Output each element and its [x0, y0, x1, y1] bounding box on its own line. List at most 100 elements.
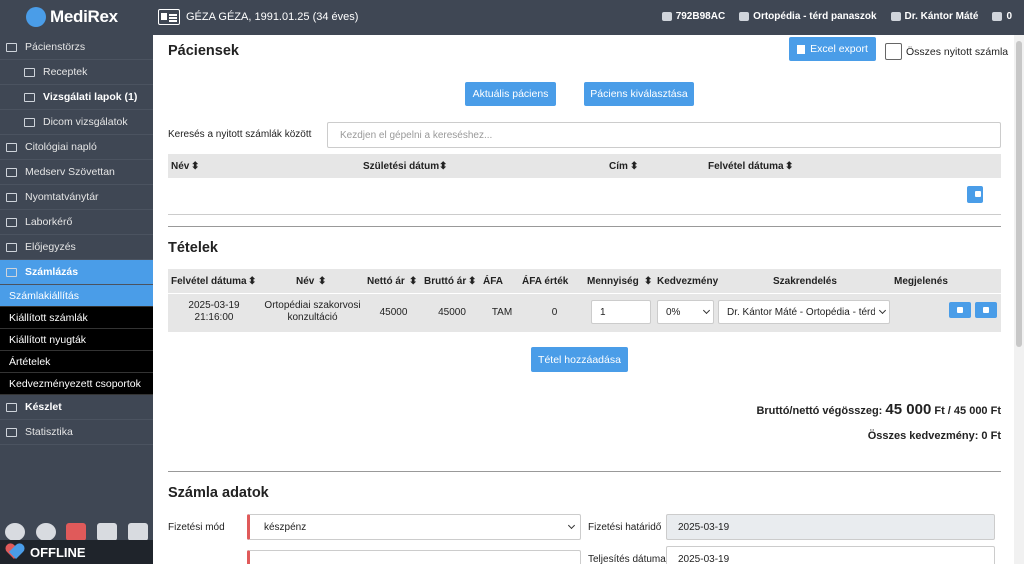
fulfilment-date-field[interactable]: 2025-03-19 [666, 546, 995, 564]
sidebar-item[interactable]: Vizsgálati lapok (1) [0, 85, 153, 110]
sidebar-item[interactable]: Nyomtatványtár [0, 185, 153, 210]
sidebar-subitem[interactable]: Kiállított számlák [0, 307, 153, 329]
department[interactable]: Ortopédia - térd panaszok [739, 11, 877, 22]
scrollbar[interactable] [1014, 35, 1024, 564]
sidebar-item-label: Készlet [25, 401, 62, 413]
secondary-field[interactable] [247, 550, 581, 564]
sidebar-item-icon [24, 117, 35, 127]
col-vat[interactable]: ÁFA [483, 276, 503, 287]
patient-code[interactable]: 792B98AC [661, 11, 725, 22]
chevron-down-icon [567, 521, 576, 530]
col-appearance[interactable]: Megjelenés [894, 276, 948, 287]
divider [168, 214, 1001, 215]
sort-icon[interactable]: ⬍ [644, 276, 652, 287]
exit-icon[interactable] [66, 523, 87, 541]
col-discount[interactable]: Kedvezmény [657, 276, 718, 287]
sidebar-item[interactable]: Receptek [0, 60, 153, 85]
heart-logo-icon [6, 544, 24, 560]
total-gross: 45 000 [885, 401, 932, 418]
sidebar-item-icon [6, 402, 17, 412]
sidebar-item[interactable]: Számlázás [0, 260, 153, 285]
payment-method-select[interactable]: készpénz [247, 514, 581, 540]
sidebar-item-icon [6, 167, 17, 177]
payment-method-value: készpénz [264, 521, 307, 533]
items-title: Tételek [168, 240, 218, 256]
sort-icon[interactable]: ⬍ [248, 276, 256, 287]
discount-select[interactable]: 0% [657, 300, 714, 324]
col-admission-date[interactable]: Felvétel dátuma [171, 276, 247, 287]
sidebar-item[interactable]: Dicom vizsgálatok [0, 110, 153, 135]
sidebar-item-label: Előjegyzés [25, 241, 76, 253]
sidebar-item[interactable]: Laborkérő [0, 210, 153, 235]
sidebar-item-icon [24, 67, 35, 77]
sidebar-item[interactable]: Statisztika [0, 420, 153, 445]
sort-icon[interactable]: ⬍ [409, 276, 417, 287]
select-patient-button[interactable]: Páciens kiválasztása [584, 82, 694, 106]
patient-name: GÉZA GÉZA, 1991.01.25 (34 éves) [186, 11, 359, 23]
total-label: Bruttó/nettó végösszeg: [756, 405, 883, 417]
sidebar-item-label: Számlázás [25, 266, 79, 278]
col-vat-value[interactable]: ÁFA érték [522, 276, 568, 287]
specialty-select[interactable]: Dr. Kántor Máté - Ortopédia - térd [718, 300, 890, 324]
sort-icon[interactable]: ⬍ [318, 276, 326, 287]
sidebar-subitem[interactable]: Kiállított nyugták [0, 329, 153, 351]
sidebar-item[interactable]: Készlet [0, 395, 153, 420]
doctor-text: Dr. Kántor Máté [904, 11, 979, 22]
sidebar-subitem[interactable]: Ártételek [0, 351, 153, 373]
sidebar-subitem[interactable]: Számlakiállítás [0, 285, 153, 307]
table-row: 2025-03-19 21:16:00 Ortopédiai szakorvos… [168, 294, 1001, 332]
sidebar-item-label: Statisztika [25, 426, 73, 438]
current-patient-button[interactable]: Aktuális páciens [465, 82, 556, 106]
all-open-checkbox[interactable] [885, 43, 902, 60]
col-specialty[interactable]: Szakrendelés [773, 276, 837, 287]
due-date-field[interactable]: 2025-03-19 [666, 514, 995, 540]
sidebar-item[interactable]: Pácienstörzs [0, 35, 153, 60]
search-input[interactable]: Kezdjen el gépelni a kereséshez... [327, 122, 1001, 148]
col-name[interactable]: Név [171, 161, 189, 172]
scrollbar-thumb[interactable] [1016, 41, 1022, 347]
sort-icon[interactable]: ⬍ [468, 276, 476, 287]
quantity-input[interactable]: 1 [591, 300, 651, 324]
sidebar-item[interactable]: Citológiai napló [0, 135, 153, 160]
app-logo[interactable]: MediRex [26, 7, 118, 27]
filter-button[interactable] [967, 186, 983, 203]
logout-icon[interactable] [127, 523, 148, 541]
row-name-line: konzultáció [287, 312, 338, 323]
col-name[interactable]: Név [296, 276, 314, 287]
dashboard-icon[interactable] [5, 523, 26, 541]
sort-icon[interactable]: ⬍ [439, 161, 447, 172]
sidebar-item-icon [6, 42, 17, 52]
add-item-button[interactable]: Tétel hozzáadása [531, 347, 628, 372]
total-rest: Ft / 45 000 Ft [934, 405, 1001, 417]
top-bar: MediRex GÉZA GÉZA, 1991.01.25 (34 éves) … [0, 0, 1024, 35]
sidebar-item-icon [6, 192, 17, 202]
sidebar-subitem-label: Kedvezményezett csoportok [9, 377, 141, 390]
notifications[interactable]: 0 [992, 11, 1012, 22]
edit-button[interactable] [949, 302, 971, 318]
excel-export-button[interactable]: Excel export [789, 37, 876, 61]
row-gross: 45000 [438, 307, 466, 318]
sidebar-subitem[interactable]: Kedvezményezett csoportok [0, 373, 153, 395]
help-icon[interactable] [35, 523, 56, 541]
bell-icon [992, 12, 1003, 21]
doctor[interactable]: Dr. Kántor Máté [890, 11, 979, 22]
col-admission-date[interactable]: Felvétel dátuma [708, 161, 784, 172]
sort-icon[interactable]: ⬍ [785, 161, 793, 172]
sidebar-item[interactable]: Előjegyzés [0, 235, 153, 260]
file-excel-icon [797, 44, 806, 54]
sort-icon[interactable]: ⬍ [191, 161, 199, 172]
row-vat: TAM [491, 307, 513, 318]
col-net[interactable]: Nettó ár [367, 276, 405, 287]
col-address[interactable]: Cím [609, 161, 628, 172]
mail-icon[interactable] [97, 523, 118, 541]
department-text: Ortopédia - térd panaszok [753, 11, 877, 22]
col-gross[interactable]: Bruttó ár [424, 276, 466, 287]
current-patient[interactable]: GÉZA GÉZA, 1991.01.25 (34 éves) [158, 9, 358, 25]
delete-button[interactable] [975, 302, 997, 318]
sort-icon[interactable]: ⬍ [630, 161, 638, 172]
col-quantity[interactable]: Mennyiség [587, 276, 639, 287]
row-vat-value: 0 [551, 307, 558, 318]
col-birthdate[interactable]: Születési dátum [363, 161, 439, 172]
sidebar-item[interactable]: Medserv Szövettan [0, 160, 153, 185]
sidebar-item-label: Vizsgálati lapok (1) [43, 91, 138, 103]
